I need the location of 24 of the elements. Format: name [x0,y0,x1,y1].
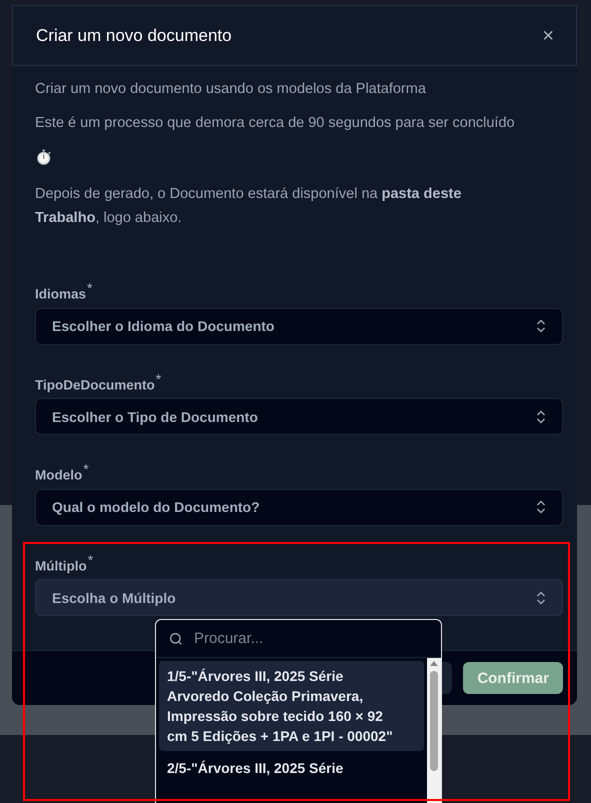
close-button[interactable]: × [538,26,558,46]
dropdown-option[interactable]: 2/5-"Árvores III, 2025 Série [159,753,424,783]
select-field[interactable]: Escolher o Idioma do Documento [35,308,563,344]
chevron-up-down-icon [536,500,546,514]
stopwatch-emoji: ⏱ [35,149,53,166]
select-field[interactable]: Qual o modelo do Documento? [35,488,563,526]
description-text: Este é um processo que demora cerca de 90 segundos para ser concluído [35,114,516,133]
required-mark: * [88,552,94,568]
dropdown-option[interactable]: 1/5-"Árvores III, 2025 Série Arvoredo Coleção Primavera, Impressão sobre tecido 160 × 92 cm 5 Edições + 1PA e 1PI - 00002" [159,661,424,751]
search-field[interactable]: Procurar... [192,629,429,648]
chevron-up-down-icon [536,319,546,333]
required-mark: * [87,280,92,296]
select-field[interactable]: Escolha o Múltiplo [35,579,563,616]
scrollbar[interactable] [427,658,441,803]
description-text: Depois de gerado, o Documento estará disponível na pasta deste Trabalho, logo abaixo. [35,185,462,228]
dialog-title: Criar um novo documento [36,26,232,46]
search-icon [168,630,184,646]
chevron-up-down-icon [536,590,546,604]
required-mark: * [156,370,162,386]
description-text: Criar um novo documento usando os modelos da Plataforma [35,80,427,99]
select-field[interactable]: Escolher o Tipo de Documento [35,398,563,435]
chevron-up-down-icon [536,410,546,424]
required-mark: * [83,461,89,477]
scroll-up-arrow-icon[interactable] [430,661,438,666]
